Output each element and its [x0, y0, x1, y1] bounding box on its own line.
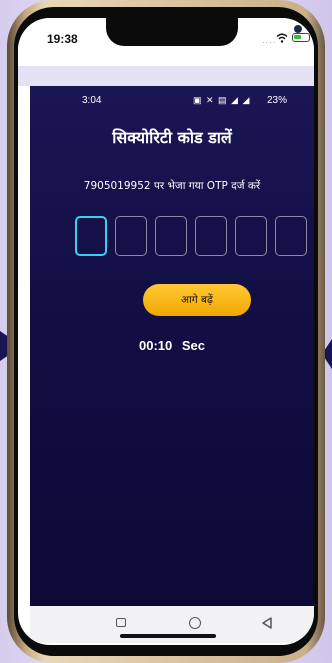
- notch: [106, 18, 302, 46]
- battery-level: [294, 35, 301, 39]
- nav-home-icon[interactable]: [189, 617, 201, 629]
- camera-icon: [294, 25, 302, 33]
- otp-digit-3[interactable]: [155, 216, 187, 256]
- page-title: सिक्योरिटी कोड डालें: [112, 128, 232, 147]
- android-time: 3:04: [82, 95, 102, 106]
- otp-digit-2[interactable]: [115, 216, 147, 256]
- home-indicator[interactable]: [120, 634, 216, 638]
- nav-recents-icon[interactable]: [116, 618, 126, 627]
- android-battery-text: 23%: [267, 95, 288, 106]
- top-band: [18, 66, 314, 86]
- battery-icon: [292, 33, 310, 42]
- otp-input-row: [75, 216, 314, 258]
- otp-app: 3:04 ▣ ✕ ▤ ◢ ◢ 23% सिक्योरिटी कोड डालें …: [30, 86, 314, 606]
- resend-timer: 00:10 Sec: [139, 338, 205, 353]
- android-status-icons: ▣ ✕ ▤ ◢ ◢: [193, 95, 251, 105]
- continue-button[interactable]: आगे बढ़ें: [143, 284, 251, 316]
- ios-time: 19:38: [47, 32, 78, 46]
- wifi-icon: [276, 33, 288, 43]
- otp-digit-4[interactable]: [195, 216, 227, 256]
- ios-status-icons: ....: [262, 33, 312, 45]
- otp-instruction: 7905019952 पर भेजा गया OTP दर्ज करें: [83, 180, 261, 192]
- android-status-bar: 3:04 ▣ ✕ ▤ ◢ ◢ 23%: [30, 86, 314, 108]
- signal-dots-icon: ....: [262, 36, 277, 45]
- ios-status-bar: 19:38 ....: [18, 18, 314, 66]
- otp-digit-6[interactable]: [275, 216, 307, 256]
- nav-back-icon[interactable]: [260, 616, 274, 630]
- otp-digit-1[interactable]: [75, 216, 107, 256]
- otp-digit-5[interactable]: [235, 216, 267, 256]
- phone-screen: 19:38 .... 3:04 ▣ ✕ ▤ ◢ ◢ 23% सिक्योरिटी…: [18, 18, 314, 645]
